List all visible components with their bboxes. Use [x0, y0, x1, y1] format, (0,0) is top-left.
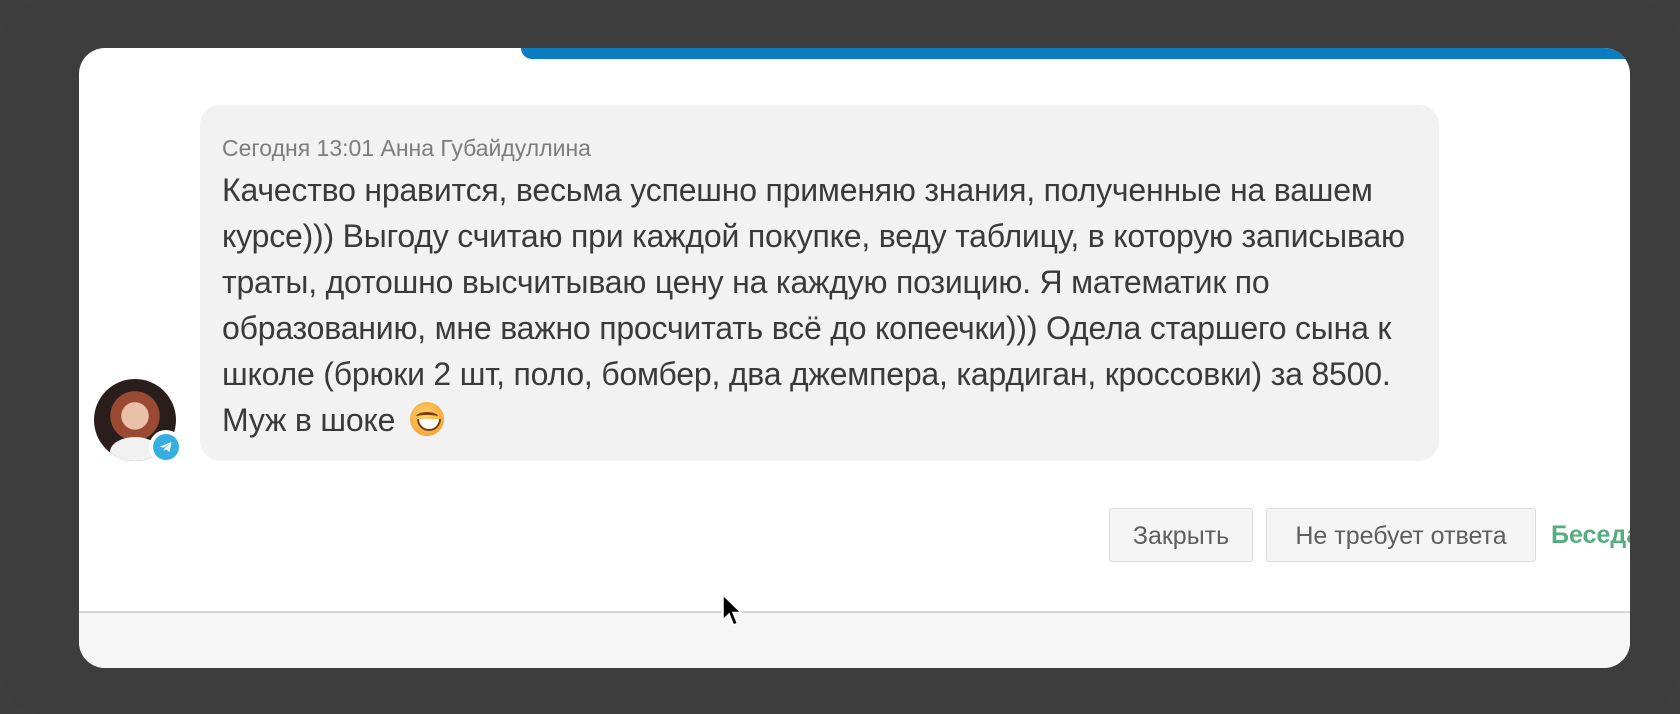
message-body: Качество нравится, весьма успешно примен…: [222, 167, 1417, 443]
message-meta: Сегодня 13:01 Анна Губайдуллина: [222, 135, 591, 161]
telegram-icon: [149, 430, 183, 464]
no-reply-needed-button[interactable]: Не требует ответа: [1266, 508, 1536, 562]
conversation-status-link[interactable]: Беседа: [1551, 521, 1630, 550]
message-text: Качество нравится, весьма успешно примен…: [222, 172, 1405, 438]
mouse-cursor-icon: [722, 594, 743, 626]
accent-bar: [521, 48, 1630, 59]
message-bubble: Сегодня 13:01 Анна Губайдуллина Качество…: [200, 105, 1439, 461]
reply-area[interactable]: [79, 613, 1630, 668]
close-button[interactable]: Закрыть: [1109, 508, 1253, 562]
screenshot-frame: Сегодня 13:01 Анна Губайдуллина Качество…: [0, 0, 1680, 714]
chat-panel: Сегодня 13:01 Анна Губайдуллина Качество…: [79, 48, 1630, 668]
grinning-face-emoji-icon: [409, 402, 444, 436]
